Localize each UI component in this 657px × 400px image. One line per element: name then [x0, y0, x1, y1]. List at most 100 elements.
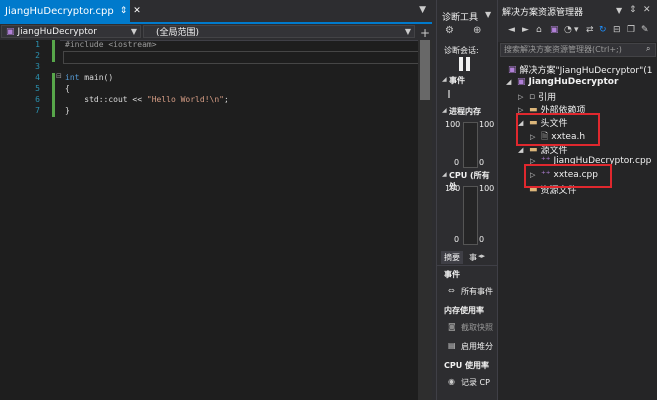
scope-combo[interactable]: (全局范围) ▼: [143, 25, 415, 38]
pin-icon[interactable]: ⇕: [629, 5, 637, 15]
diag-tabs: 摘要 事 ◂▸: [437, 250, 497, 266]
chevron-down-icon: ▼: [130, 27, 137, 36]
vertical-scrollbar[interactable]: [418, 40, 432, 400]
code-line-4[interactable]: int main(): [65, 73, 113, 82]
scope-combo-label: (全局范围): [156, 28, 200, 38]
line-number: 4: [35, 73, 40, 82]
solution-root-label: 解决方案"JiangHuDecryptor"(1: [519, 66, 653, 76]
switch-view-icon[interactable]: ▣: [550, 25, 559, 35]
memory-axis-max: 100: [445, 120, 461, 129]
memory-axis-min-right: 0: [479, 158, 485, 167]
pending-changes-icon[interactable]: ◔: [564, 25, 572, 35]
diag-session-label: 诊断会话:: [444, 46, 479, 55]
project-combo-label: JiangHuDecryptor: [17, 26, 97, 37]
scrollbar-thumb[interactable]: [420, 40, 430, 100]
line-number: 1: [35, 40, 40, 49]
document-tab[interactable]: JiangHuDecryptor.cpp ⇕ ✕: [0, 0, 141, 22]
references-icon: ▫: [529, 91, 536, 102]
collapse-icon[interactable]: ⊟: [56, 72, 62, 80]
line-number: 5: [35, 84, 40, 93]
collapsed-triangle-icon[interactable]: ▷: [518, 93, 526, 101]
properties-icon[interactable]: ✎: [641, 25, 649, 35]
chevron-down-icon[interactable]: ▾: [574, 25, 579, 35]
memory-axis-max-right: 100: [479, 120, 495, 129]
tab-dropdown-icon[interactable]: ▼: [419, 5, 426, 15]
expanded-triangle-icon[interactable]: ◢: [506, 78, 514, 86]
folder-icon: ▬: [529, 144, 538, 155]
solution-root-node[interactable]: ▣ 解决方案"JiangHuDecryptor"(1: [508, 63, 653, 77]
cpu-axis-min: 0: [454, 235, 460, 244]
chevron-down-icon[interactable]: ▼: [485, 10, 491, 19]
references-node[interactable]: ▷ ▫ 引用: [518, 90, 557, 104]
gear-icon[interactable]: ⚙: [445, 25, 454, 36]
highlight-box-source: [524, 164, 612, 188]
camera-icon: ◙: [448, 322, 456, 331]
events-summary-title: 事件: [444, 270, 460, 279]
string-token: "Hello World!\n": [146, 95, 224, 104]
show-all-files-icon[interactable]: ❐: [627, 25, 635, 35]
document-tab-title: JiangHuDecryptor.cpp: [5, 5, 114, 17]
tab-scroll-arrows[interactable]: ◂▸: [478, 252, 485, 260]
solution-toolbar: ◄ ► ⌂ ▣ ◔ ▾ ⇄ ↻ ⊟ ❐ ✎: [498, 22, 657, 42]
keyword-token: int: [65, 73, 80, 82]
forward-icon[interactable]: ►: [522, 25, 529, 35]
pin-icon[interactable]: ⇕: [120, 6, 128, 16]
change-marker: [52, 73, 55, 117]
line-number-gutter: 1 2 3 4 5 6 7 ⊟: [0, 40, 62, 400]
code-line-5[interactable]: {: [65, 84, 70, 93]
project-node[interactable]: ◢ ▣ JiangHuDecryptor: [506, 77, 618, 87]
record-icon: ◉: [448, 377, 455, 386]
pause-bar: [459, 57, 463, 71]
filter-icon: ⇔: [448, 286, 455, 295]
tab-events[interactable]: 事: [469, 252, 477, 263]
zoom-in-icon[interactable]: ⊕: [473, 25, 481, 36]
close-icon[interactable]: ✕: [643, 5, 651, 15]
split-editor-icon[interactable]: +: [418, 26, 432, 40]
collapse-triangle-icon[interactable]: ◢: [442, 107, 447, 114]
code-token: std::cout <<: [65, 95, 147, 104]
close-icon[interactable]: ✕: [133, 6, 141, 16]
home-icon[interactable]: ⌂: [536, 25, 542, 35]
back-icon[interactable]: ◄: [508, 25, 515, 35]
sync-icon[interactable]: ⇄: [586, 25, 594, 35]
code-line-7[interactable]: }: [65, 106, 70, 115]
all-events-link[interactable]: 所有事件: [461, 286, 493, 297]
cpp-project-icon: ▣: [6, 26, 15, 37]
events-section-title: 事件: [449, 76, 465, 85]
cpu-axis-max-right: 100: [479, 184, 495, 193]
collapse-triangle-icon[interactable]: ◢: [442, 76, 447, 83]
code-editor-pane: JiangHuDecryptor.cpp ⇕ ✕ ▼ ▣ JiangHuDecr…: [0, 0, 432, 400]
current-line-highlight: [63, 51, 420, 64]
chevron-down-icon[interactable]: ▼: [616, 6, 622, 15]
chevron-down-icon: ▼: [404, 27, 411, 36]
memory-usage-title: 内存使用率: [444, 306, 484, 315]
line-number: 3: [35, 62, 40, 71]
refresh-icon[interactable]: ↻: [599, 25, 607, 35]
cpu-axis-max: 100: [445, 184, 461, 193]
pause-icon[interactable]: ‖: [447, 89, 451, 98]
solution-explorer-title-bar: 解决方案资源管理器 ▼ ⇕ ✕: [498, 0, 657, 22]
collapse-triangle-icon[interactable]: ◢: [442, 171, 447, 178]
project-combo[interactable]: ▣ JiangHuDecryptor ▼: [1, 25, 141, 38]
take-snapshot-button[interactable]: 截取快照: [461, 322, 493, 333]
memory-graph: [463, 122, 478, 168]
enable-heap-button[interactable]: 启用堆分: [461, 341, 493, 352]
tab-summary[interactable]: 摘要: [441, 251, 463, 264]
code-line-6[interactable]: std::cout << "Hello World!\n";: [65, 95, 229, 104]
search-icon[interactable]: ⌕: [646, 44, 650, 54]
document-tab-strip: JiangHuDecryptor.cpp ⇕ ✕ ▼: [0, 0, 432, 24]
references-label: 引用: [538, 93, 557, 103]
navigation-bar: ▣ JiangHuDecryptor ▼ (全局范围) ▼: [0, 24, 432, 41]
cpu-axis-min-right: 0: [479, 235, 485, 244]
code-token: main(): [79, 73, 114, 82]
cpu-usage-title: CPU 使用率: [444, 361, 490, 370]
line-number: 2: [35, 51, 40, 60]
pause-bar: [466, 57, 470, 71]
code-line-1[interactable]: #include <iostream>: [65, 40, 157, 49]
collapse-all-icon[interactable]: ⊟: [613, 25, 621, 35]
line-number: 7: [35, 106, 40, 115]
solution-search-input[interactable]: 搜索解决方案资源管理器(Ctrl+;): [500, 43, 656, 57]
record-cpu-button[interactable]: 记录 CP: [461, 377, 490, 388]
expanded-triangle-icon[interactable]: ◢: [518, 146, 526, 154]
project-label: JiangHuDecryptor: [528, 77, 619, 87]
